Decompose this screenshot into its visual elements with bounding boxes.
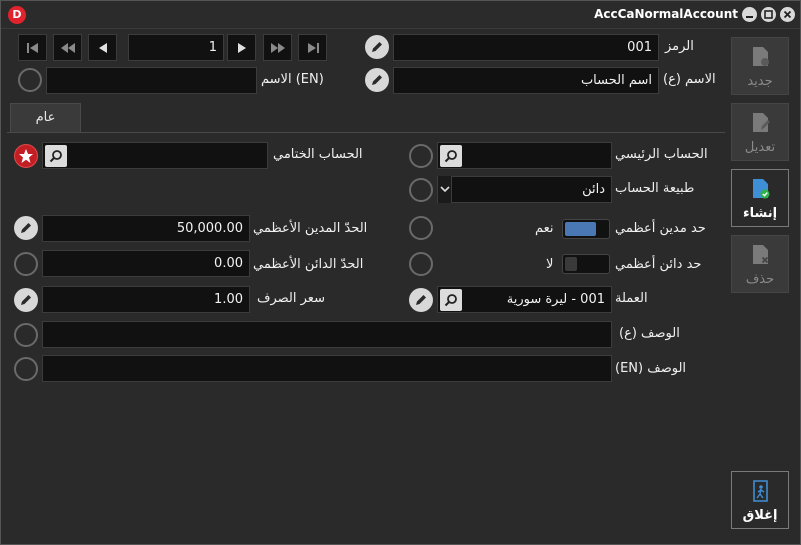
app-window: D AccCaNormalAccount 1 001 الرمز الاسم (… — [0, 0, 801, 545]
edit-currency-button[interactable] — [409, 288, 433, 312]
delete-button-label: حذف — [745, 272, 775, 287]
step-forward-icon — [238, 43, 246, 53]
record-number-field[interactable]: 1 — [128, 34, 224, 61]
maximize-icon — [764, 10, 773, 19]
edit-document-icon — [753, 113, 770, 132]
delete-document-icon — [753, 245, 769, 264]
pencil-icon — [416, 295, 426, 305]
max-debit-label: حد مدين أعظمي — [615, 221, 706, 236]
last-record-icon — [308, 43, 319, 53]
main-account-label: الحساب الرئيسي — [615, 147, 708, 162]
max-debit-limit-label: الحدّ المدين الأعظمي — [253, 221, 368, 236]
desc-ar-option-button[interactable] — [14, 323, 38, 347]
account-nature-dropdown-button[interactable] — [438, 176, 452, 203]
max-debit-toggle-text: نعم — [535, 221, 554, 236]
pencil-icon — [21, 295, 31, 305]
new-button-label: جديد — [747, 74, 773, 89]
main-account-search-button[interactable] — [440, 145, 462, 167]
desc-en-label: الوصف (EN) — [615, 361, 687, 376]
fast-backward-icon — [61, 43, 75, 53]
max-credit-label: حد دائن أعظمي — [615, 257, 702, 272]
main-account-field[interactable] — [437, 142, 612, 169]
pencil-icon — [372, 42, 382, 52]
max-credit-limit-label: الحدّ الدائن الأعظمي — [253, 257, 364, 272]
close-button[interactable]: إغلاق — [731, 471, 789, 529]
pencil-icon — [21, 223, 31, 233]
currency-field[interactable]: 001 - ليرة سورية — [437, 286, 612, 313]
edit-name-ar-button[interactable] — [365, 68, 389, 92]
max-credit-toggle-text: لا — [546, 257, 554, 272]
code-label: الرمز — [665, 39, 694, 54]
previous-record-button[interactable] — [88, 34, 117, 61]
name-en-field[interactable] — [46, 67, 257, 94]
star-icon — [19, 149, 33, 163]
create-button[interactable]: إنشاء — [731, 169, 789, 227]
edit-max-debit-limit-button[interactable] — [14, 216, 38, 240]
currency-search-button[interactable] — [440, 289, 462, 311]
edit-button[interactable]: تعديل — [731, 103, 789, 161]
step-backward-icon — [99, 43, 107, 53]
delete-button[interactable]: حذف — [731, 235, 789, 293]
pencil-icon — [372, 75, 382, 85]
name-ar-label: الاسم (ع) — [663, 72, 716, 87]
max-credit-limit-field[interactable]: 0.00 — [42, 250, 250, 277]
fast-forward-icon — [271, 43, 285, 53]
toggle-knob — [565, 222, 596, 236]
account-nature-option-button[interactable] — [409, 178, 433, 202]
maximize-button[interactable] — [761, 7, 776, 22]
last-record-button[interactable] — [298, 34, 327, 61]
desc-ar-field[interactable] — [42, 321, 612, 348]
app-logo: D — [8, 6, 26, 24]
desc-ar-label: الوصف (ع) — [619, 326, 680, 341]
minimize-button[interactable] — [742, 7, 757, 22]
edit-code-button[interactable] — [365, 35, 389, 59]
previous-page-button[interactable] — [53, 34, 82, 61]
edit-button-label: تعديل — [744, 140, 776, 155]
search-icon — [444, 294, 457, 307]
max-debit-limit-field[interactable]: 50,000.00 — [42, 215, 250, 242]
first-record-button[interactable] — [18, 34, 47, 61]
create-button-label: إنشاء — [742, 206, 778, 221]
next-page-button[interactable] — [263, 34, 292, 61]
new-button[interactable]: جديد — [731, 37, 789, 95]
final-account-search-button[interactable] — [45, 145, 67, 167]
final-account-field[interactable] — [42, 142, 268, 169]
close-button-label: إغلاق — [742, 508, 778, 523]
window-title: AccCaNormalAccount — [594, 7, 738, 21]
name-en-label: الاسم (EN) — [261, 72, 324, 87]
chevron-down-icon — [440, 186, 450, 193]
edit-exchange-rate-button[interactable] — [14, 288, 38, 312]
max-debit-toggle[interactable] — [562, 219, 610, 239]
max-debit-option-button[interactable] — [409, 216, 433, 240]
currency-label: العملة — [615, 291, 648, 306]
search-icon — [49, 150, 62, 163]
max-credit-toggle[interactable] — [562, 254, 610, 274]
code-field[interactable]: 001 — [393, 34, 659, 61]
max-credit-option-button[interactable] — [409, 252, 433, 276]
max-credit-limit-option-button[interactable] — [14, 252, 38, 276]
first-record-icon — [27, 43, 38, 53]
title-bar: D AccCaNormalAccount — [1, 1, 800, 29]
close-icon — [783, 10, 792, 19]
save-document-icon — [753, 179, 770, 199]
final-account-required-button[interactable] — [14, 144, 38, 168]
account-nature-label: طبيعة الحساب — [615, 181, 695, 196]
new-document-icon — [753, 47, 769, 66]
desc-en-option-button[interactable] — [14, 357, 38, 381]
exchange-rate-label: سعر الصرف — [257, 291, 325, 306]
name-ar-field[interactable]: اسم الحساب — [393, 67, 659, 94]
account-nature-select[interactable]: دائن — [437, 176, 612, 203]
main-account-option-button[interactable] — [409, 144, 433, 168]
final-account-label: الحساب الختامي — [273, 147, 363, 162]
desc-en-field[interactable] — [42, 355, 612, 382]
close-window-button[interactable] — [780, 7, 795, 22]
name-en-option-button[interactable] — [18, 68, 42, 92]
exit-door-icon — [753, 480, 768, 502]
search-icon — [444, 150, 457, 163]
toggle-knob — [565, 257, 577, 271]
next-record-button[interactable] — [227, 34, 256, 61]
tab-general[interactable]: عام — [10, 103, 81, 133]
exchange-rate-field[interactable]: 1.00 — [42, 286, 250, 313]
minimize-icon — [746, 16, 753, 18]
